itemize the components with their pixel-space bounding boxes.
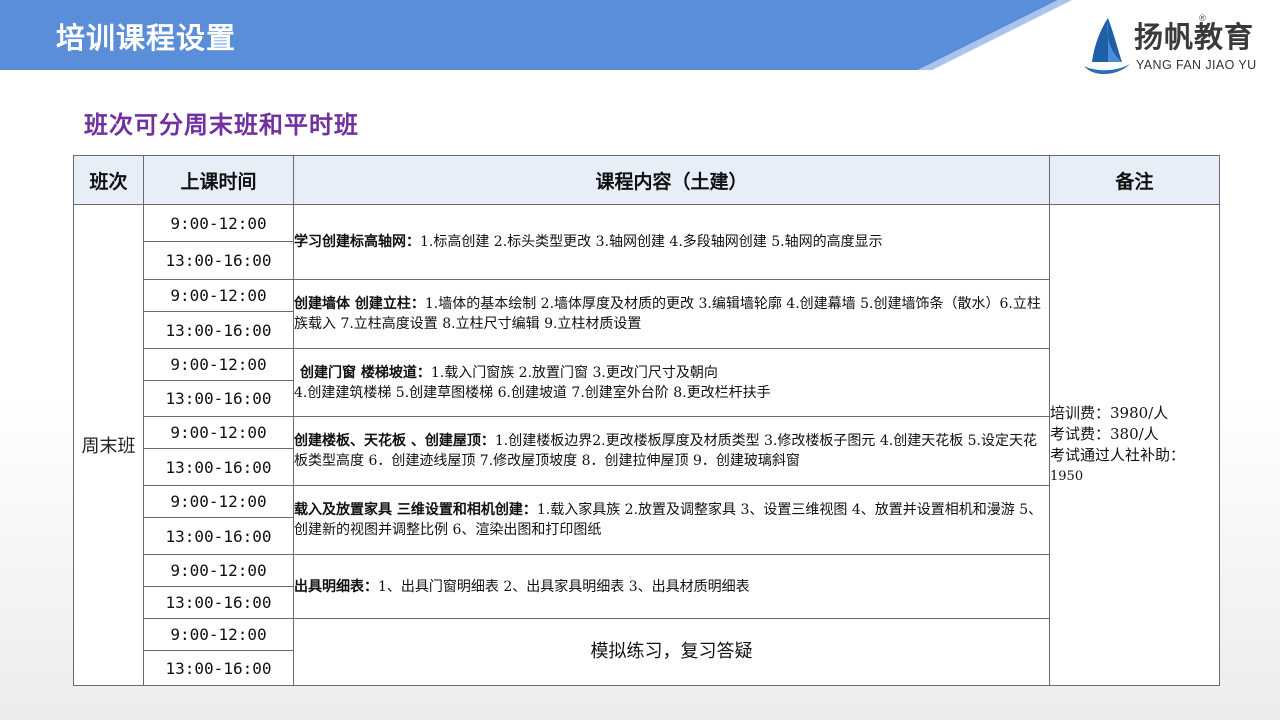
exam-fee: 考试费：380/人: [1050, 425, 1159, 443]
module-title: 创建墙体 创建立柱：: [294, 296, 425, 312]
logo: 扬帆教育 ® YANG FAN JIAO YU: [1076, 14, 1276, 80]
header-content: 课程内容（土建）: [293, 155, 1050, 205]
logo-name: 扬帆教育: [1134, 20, 1255, 54]
time-cell: 13:00-16:00: [143, 586, 294, 619]
notes-cell: 培训费：3980/人 考试费：380/人 考试通过人社补助： 1950: [1049, 204, 1220, 686]
table-row: 9:00-12:00 载入及放置家具 三维设置和相机创建：1.载入家具族 2.放…: [74, 485, 1220, 555]
module-cell-5: 载入及放置家具 三维设置和相机创建：1.载入家具族 2.放置及调整家具 3、设置…: [293, 485, 1050, 555]
table-row: 9:00-12:00 出具明细表：1、出具门窗明细表 2、出具家具明细表 3、出…: [74, 554, 1220, 619]
module-cell-1: 学习创建标高轴网：1.标高创建 2.标头类型更改 3.轴网创建 4.多段轴网创建…: [293, 204, 1050, 280]
module-body: 1.标高创建 2.标头类型更改 3.轴网创建 4.多段轴网创建 5.轴网的高度显…: [420, 234, 883, 250]
course-schedule-table: 班次 上课时间 课程内容（土建） 备注 周末班 9:00-12:00 学习创建标…: [73, 155, 1220, 686]
time-cell: 9:00-12:00: [143, 348, 294, 381]
module-cell-3: 创建门窗 楼梯坡道：1.载入门窗族 2.放置门窗 3.更改门尺寸及朝向 4.创建建…: [293, 348, 1050, 417]
module-title: 载入及放置家具 三维设置和相机创建：: [294, 502, 537, 518]
time-cell: 9:00-12:00: [143, 204, 294, 242]
header-notes: 备注: [1049, 155, 1220, 205]
module-cell-7: 模拟练习，复习答疑: [293, 618, 1050, 686]
time-cell: 13:00-16:00: [143, 517, 294, 555]
sail-logo-icon: [1084, 18, 1130, 75]
subsidy-value: 1950: [1050, 469, 1084, 484]
time-cell: 9:00-12:00: [143, 279, 294, 312]
table-row: 9:00-12:00 创建门窗 楼梯坡道：1.载入门窗族 2.放置门窗 3.更改…: [74, 348, 1220, 417]
logo-romanized: YANG FAN JIAO YU: [1136, 58, 1257, 72]
time-cell: 13:00-16:00: [143, 650, 294, 686]
time-cell: 9:00-12:00: [143, 554, 294, 587]
time-cell: 13:00-16:00: [143, 380, 294, 417]
time-cell: 13:00-16:00: [143, 448, 294, 486]
time-cell: 13:00-16:00: [143, 241, 294, 280]
table-row: 9:00-12:00 创建楼板、天花板 、创建屋顶：1.创建楼板边界2.更改楼板…: [74, 416, 1220, 486]
training-fee: 培训费：3980/人: [1050, 404, 1169, 422]
module-title: 创建门窗 楼梯坡道：: [300, 364, 431, 381]
module-title: 出具明细表：: [294, 578, 378, 595]
registered-mark: ®: [1198, 14, 1207, 24]
module-cell-6: 出具明细表：1、出具门窗明细表 2、出具家具明细表 3、出具材质明细表: [293, 554, 1050, 619]
table-row: 9:00-12:00 模拟练习，复习答疑: [74, 618, 1220, 686]
header-class: 班次: [73, 155, 144, 205]
time-cell: 9:00-12:00: [143, 416, 294, 449]
table-header-row: 班次 上课时间 课程内容（土建） 备注: [73, 155, 1220, 205]
time-cell: 9:00-12:00: [143, 618, 294, 651]
module-body: 1.载入门窗族 2.放置门窗 3.更改门尺寸及朝向: [430, 364, 718, 381]
section-subtitle: 班次可分周末班和平时班: [84, 111, 359, 139]
module-body: 1、出具门窗明细表 2、出具家具明细表 3、出具材质明细表: [378, 578, 750, 595]
table-row: 9:00-12:00 创建墙体 创建立柱：1.墙体的基本绘制 2.墙体厚度及材质…: [74, 279, 1220, 349]
subsidy-label: 考试通过人社补助：: [1050, 446, 1186, 464]
module-body-continued: 4.创建建筑楼梯 5.创建草图楼梯 6.创建坡道 7.创建室外台阶 8.更改栏杆…: [294, 384, 771, 401]
class-name-cell: 周末班: [73, 204, 144, 686]
module-cell-4: 创建楼板、天花板 、创建屋顶：1.创建楼板边界2.更改楼板厚度及材质类型 3.修…: [293, 416, 1050, 486]
module-cell-2: 创建墙体 创建立柱：1.墙体的基本绘制 2.墙体厚度及材质的更改 3.编辑墙轮廓…: [293, 279, 1050, 349]
module-title: 学习创建标高轴网：: [294, 234, 420, 250]
time-cell: 9:00-12:00: [143, 485, 294, 518]
table-row: 周末班 9:00-12:00 学习创建标高轴网：1.标高创建 2.标头类型更改 …: [73, 204, 1220, 686]
module-title: 创建楼板、天花板 、创建屋顶：: [294, 433, 495, 449]
page-title: 培训课程设置: [56, 21, 237, 55]
header-time: 上课时间: [143, 155, 294, 205]
time-cell: 13:00-16:00: [143, 311, 294, 349]
